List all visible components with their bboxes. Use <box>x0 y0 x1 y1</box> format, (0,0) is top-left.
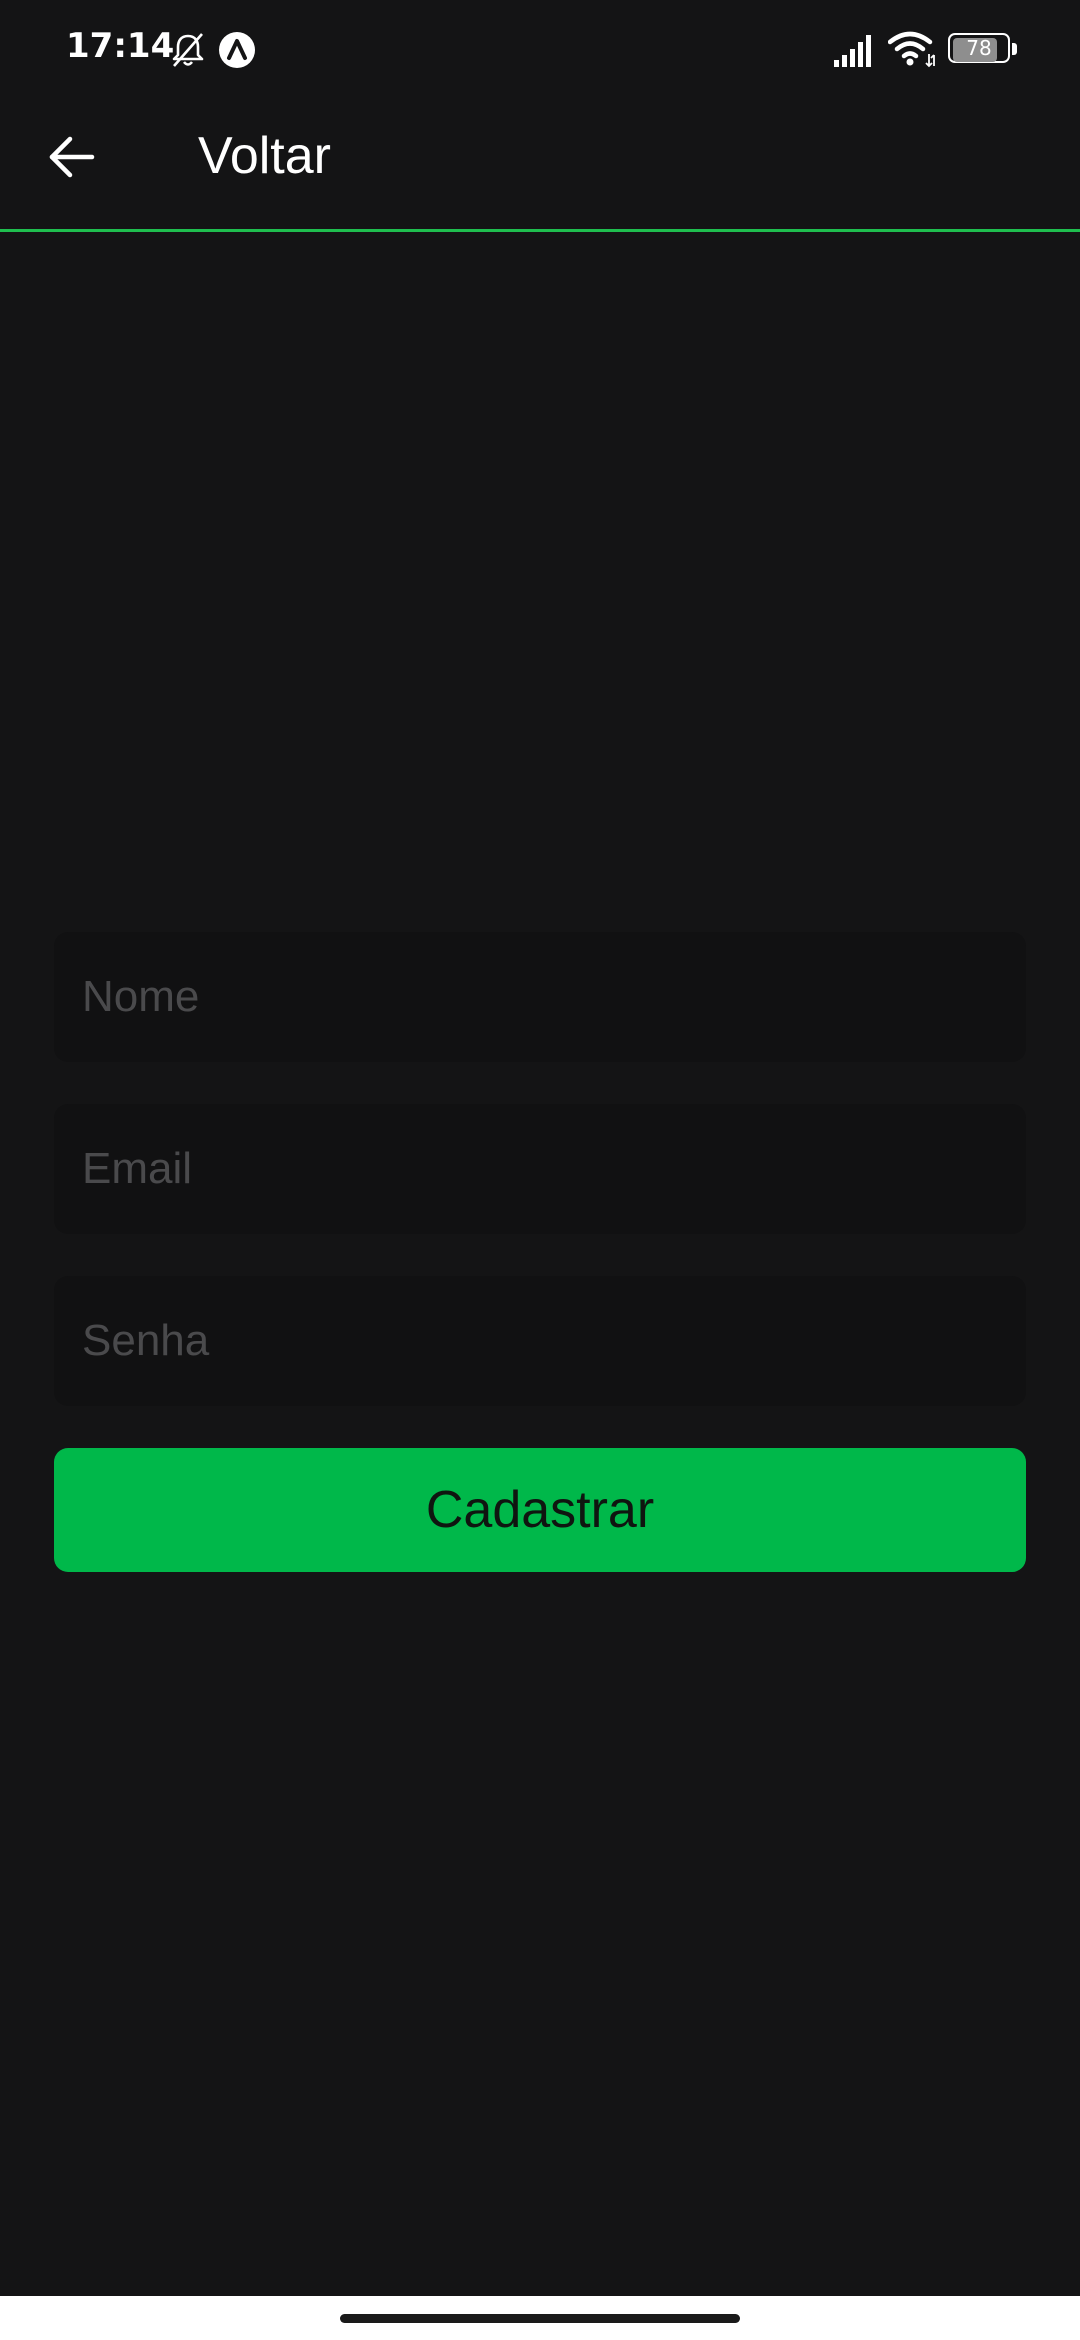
app-notification-icon <box>219 32 255 68</box>
wifi-icon <box>888 31 935 68</box>
signup-screen: 17:14 78 Voltar Nome Email Cadastrar <box>0 0 1080 2340</box>
arrow-left-icon <box>49 136 95 178</box>
battery-icon: 78 <box>948 33 1018 65</box>
status-time: 17:14 <box>66 26 175 66</box>
password-field[interactable] <box>54 1276 1026 1406</box>
navigation-bar <box>0 2296 1080 2340</box>
back-button[interactable] <box>36 122 106 192</box>
home-indicator[interactable] <box>340 2314 740 2323</box>
battery-tip <box>1012 43 1017 55</box>
header-title[interactable]: Voltar <box>198 124 331 188</box>
battery-level: 78 <box>966 36 992 60</box>
signup-button[interactable]: Cadastrar <box>54 1448 1026 1572</box>
app-header: Voltar <box>0 100 1080 232</box>
name-field[interactable] <box>54 932 1026 1062</box>
status-bar: 17:14 78 <box>0 0 1080 100</box>
email-field[interactable] <box>54 1104 1026 1234</box>
signal-icon <box>834 35 871 67</box>
bell-muted-icon <box>172 33 204 67</box>
signup-form: Cadastrar <box>54 932 1026 1572</box>
